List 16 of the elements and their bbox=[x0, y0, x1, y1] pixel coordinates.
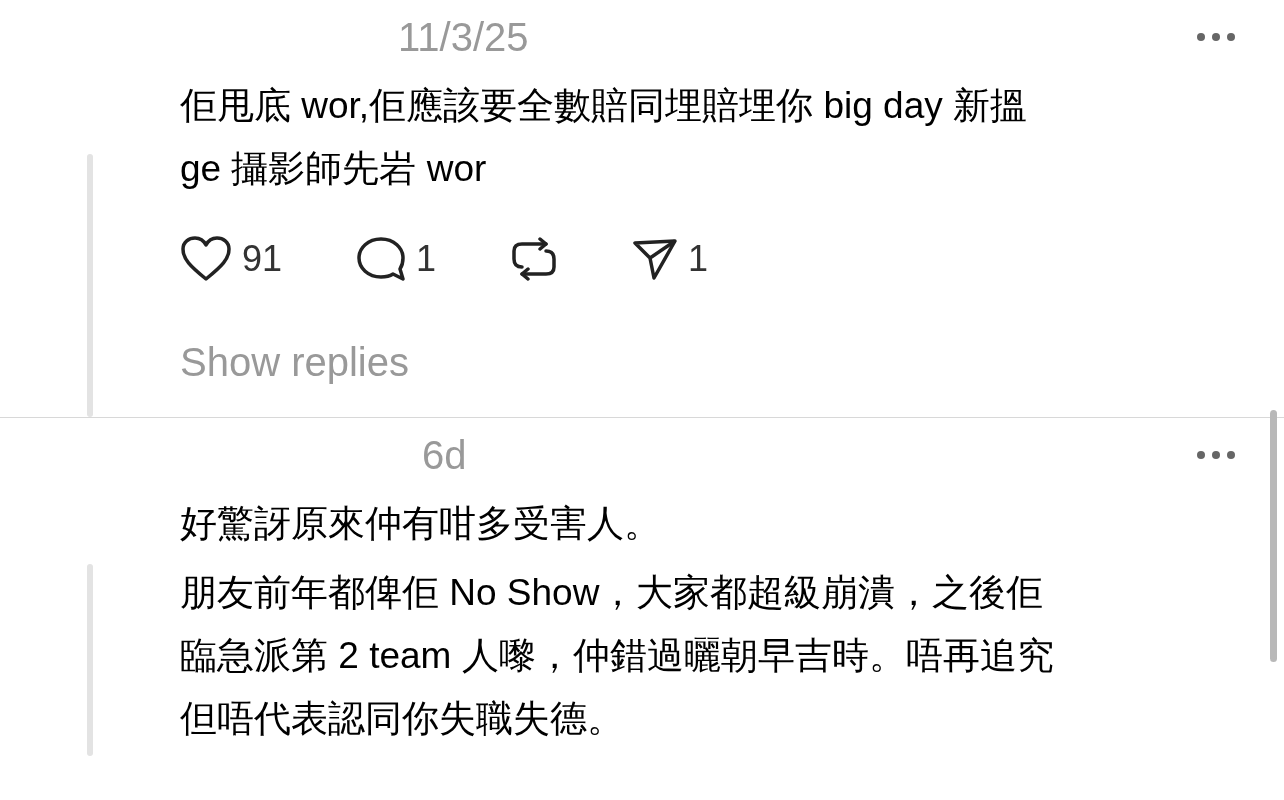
repost-icon bbox=[510, 237, 559, 281]
more-icon[interactable] bbox=[1196, 450, 1236, 460]
post-text: 朋友前年都俾佢 No Show，大家都超級崩潰，之後佢 臨急派第 2 team 人嚟，仲錯過曬朝早吉時。唔再追究 但唔代表認同你失職失德。 bbox=[180, 571, 1054, 741]
speech-bubble-icon bbox=[356, 236, 407, 282]
post-text: 佢甩底 wor,佢應該要全數賠同埋賠埋你 big day 新搵 ge 攝影師先岩 wor bbox=[180, 84, 1027, 191]
scrollbar-thumb[interactable] bbox=[1270, 410, 1277, 662]
repost-button[interactable] bbox=[510, 237, 559, 281]
post-time: 11/3/25 bbox=[398, 14, 530, 60]
share-button[interactable]: 1 bbox=[632, 237, 709, 281]
send-icon bbox=[632, 237, 679, 281]
more-icon[interactable] bbox=[1196, 32, 1236, 42]
reply-button[interactable]: 1 bbox=[356, 236, 437, 282]
like-button[interactable]: 91 bbox=[180, 236, 283, 282]
post-text: 好驚訝原來仲有咁多受害人。 bbox=[180, 502, 661, 546]
post-time: 6d bbox=[422, 432, 468, 478]
heart-icon bbox=[180, 236, 232, 282]
